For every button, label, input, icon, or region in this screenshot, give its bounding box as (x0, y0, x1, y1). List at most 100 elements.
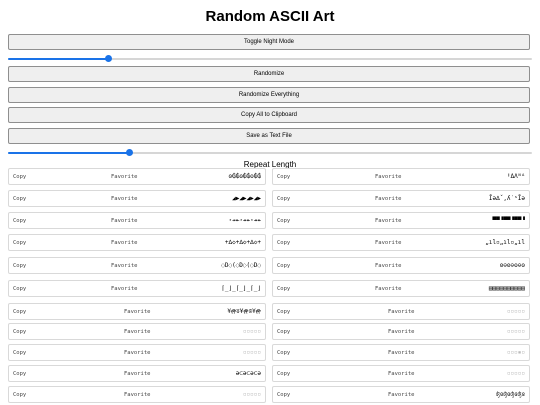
copy-button[interactable]: Copy (13, 350, 26, 356)
ascii-art-text: ʘ₲₲ʘ₲₲ʘ₲₲ (228, 173, 261, 180)
art-item: Copy Favorite ▫▫▫▫▫ (272, 323, 530, 340)
art-item: Copy Favorite ▤▤▤▤▤▤▤▤▤▤ (272, 280, 530, 297)
slider[interactable] (8, 55, 532, 63)
favorite-button[interactable]: Favorite (388, 371, 415, 377)
ascii-art-text: ¥፼ʬ¥፼ʬ¥፼ (227, 308, 261, 315)
art-item: Copy Favorite ▫▫▫▫▫ (8, 323, 266, 340)
art-item: Copy Favorite ʘ₲₲ʘ₲₲ʘ₲₲ (8, 168, 266, 185)
copy-button[interactable]: Copy (277, 218, 290, 224)
favorite-button[interactable]: Favorite (388, 309, 415, 315)
favorite-button[interactable]: Favorite (388, 392, 415, 398)
favorite-button[interactable]: Favorite (111, 196, 138, 202)
art-item: Copy Favorite ▫▫▫▫▫ (8, 386, 266, 403)
ascii-art-text: ▫▫▫▫▫ (506, 308, 525, 315)
copy-button[interactable]: Copy (13, 309, 26, 315)
ascii-art-text: ⌈_⌋_⌈_⌋_⌈_⌋ (221, 285, 261, 292)
ascii-art-text: ꞋΔΛᴺᴬ (506, 173, 525, 180)
favorite-button[interactable]: Favorite (375, 218, 402, 224)
copy-button[interactable]: Copy (277, 286, 290, 292)
copy-button[interactable]: Copy (13, 371, 26, 377)
favorite-button[interactable]: Favorite (111, 263, 138, 269)
art-item: Copy Favorite ▀▀▝▀▀▝▀▀▝ (272, 212, 530, 229)
copy-button[interactable]: Copy (13, 329, 26, 335)
copy-button[interactable]: Copy (277, 174, 290, 180)
favorite-button[interactable]: Favorite (124, 350, 151, 356)
ascii-art-text: ▫▫▫▫▫ (506, 328, 525, 335)
favorite-button[interactable]: Favorite (375, 286, 402, 292)
art-item: Copy Favorite ⋆↠↞⋆↠↞⋆↠↞ (8, 212, 266, 229)
favorite-button[interactable]: Favorite (388, 329, 415, 335)
favorite-button[interactable]: Favorite (124, 392, 151, 398)
favorite-button[interactable]: Favorite (375, 174, 402, 180)
art-item: Copy Favorite ▫▫▫▫▫ (8, 344, 266, 361)
copy-button[interactable]: Copy (277, 350, 290, 356)
favorite-button[interactable]: Favorite (375, 196, 402, 202)
art-item: Copy Favorite ▫▫▫▫▫ (272, 303, 530, 320)
ascii-art-text: ʘ⊖ʘ⊖ʘ⊖ʘ (499, 262, 525, 269)
ascii-art-text: +∆◇+∆◇+∆◇+ (224, 239, 261, 246)
copy-button[interactable]: Copy (277, 263, 290, 269)
ascii-art-text: ▫▫▫▪▫ (506, 349, 525, 356)
copy-button[interactable]: Copy (13, 286, 26, 292)
slider-thumb[interactable] (104, 55, 112, 62)
copy-button[interactable]: Copy (13, 240, 26, 246)
copy-button[interactable]: Copy (13, 392, 26, 398)
ascii-art-text: ▫▫▫▫▫ (242, 391, 261, 398)
ascii-art-text: ʤɞʤɞʤɞʤɞ (496, 391, 525, 398)
copy-button[interactable]: Copy (13, 218, 26, 224)
ascii-art-text: „ıl▫„ıl▫„ıl (485, 239, 525, 246)
favorite-button[interactable]: Favorite (111, 286, 138, 292)
favorite-button[interactable]: Favorite (111, 240, 138, 246)
copy-button[interactable]: Copy (277, 309, 290, 315)
art-item: Copy Favorite ꞋΔΛᴺᴬ (272, 168, 530, 185)
favorite-button[interactable]: Favorite (124, 371, 151, 377)
slider-fill (8, 152, 129, 154)
ascii-art-text: ▫▫▫▫▫ (242, 328, 261, 335)
art-item: Copy Favorite „ıl▫„ıl▫„ıl (272, 234, 530, 251)
favorite-button[interactable]: Favorite (375, 263, 402, 269)
ascii-art-text: ǝ⊂ǝ⊂ǝ⊂ǝ (235, 370, 261, 377)
toggle-night-mode-button[interactable]: Toggle Night Mode (8, 34, 530, 50)
art-item: Copy Favorite ⌈_⌋_⌈_⌋_⌈_⌋ (8, 280, 266, 297)
favorite-button[interactable]: Favorite (375, 240, 402, 246)
save-text-file-button[interactable]: Save as Text File (8, 128, 530, 144)
favorite-button[interactable]: Favorite (124, 329, 151, 335)
art-item: Copy Favorite ◢▶◢▶◢▶◢▶ (8, 190, 266, 207)
art-item: Copy Favorite ▫▫▫▫▫ (272, 365, 530, 382)
art-item: Copy Favorite +∆◇+∆◇+∆◇+ (8, 234, 266, 251)
art-item: Copy Favorite ǝ⊂ǝ⊂ǝ⊂ǝ (8, 365, 266, 382)
page-title: Random ASCII Art (205, 8, 335, 25)
art-item: Copy Favorite ʤɞʤɞʤɞʤɞ (272, 386, 530, 403)
ascii-art-text: ◌D◌(◌D◌(◌D◌ (221, 262, 261, 269)
copy-button[interactable]: Copy (13, 263, 26, 269)
copy-button[interactable]: Copy (277, 240, 290, 246)
ascii-art-text: ▫▫▫▫▫ (506, 370, 525, 377)
copy-button[interactable]: Copy (277, 329, 290, 335)
ascii-art-text: ◢▶◢▶◢▶◢▶ (232, 195, 261, 202)
art-item: Copy Favorite ◌D◌(◌D◌(◌D◌ (8, 257, 266, 274)
ascii-art-text: ▀▀▝▀▀▝▀▀▝ (492, 217, 525, 224)
ascii-art-text: ▤▤▤▤▤▤▤▤▤▤ (488, 285, 525, 292)
randomize-button[interactable]: Randomize (8, 66, 530, 82)
copy-button[interactable]: Copy (13, 174, 26, 180)
ascii-art-text: Ĭə∆ˇ,ʎ˙ˢĬə (488, 195, 525, 202)
art-item: Copy Favorite ʘ⊖ʘ⊖ʘ⊖ʘ (272, 257, 530, 274)
copy-button[interactable]: Copy (277, 392, 290, 398)
slider-fill (8, 58, 108, 60)
randomize-everything-button[interactable]: Randomize Everything (8, 87, 530, 103)
copy-button[interactable]: Copy (277, 196, 290, 202)
favorite-button[interactable]: Favorite (111, 174, 138, 180)
ascii-art-text: ⋆↠↞⋆↠↞⋆↠↞ (228, 217, 261, 224)
art-item: Copy Favorite Ĭə∆ˇ,ʎ˙ˢĬə (272, 190, 530, 207)
art-item: Copy Favorite ¥፼ʬ¥፼ʬ¥፼ (8, 303, 266, 320)
favorite-button[interactable]: Favorite (111, 218, 138, 224)
repeat-length-slider[interactable] (8, 149, 532, 157)
copy-button[interactable]: Copy (13, 196, 26, 202)
slider-thumb[interactable] (125, 149, 133, 156)
favorite-button[interactable]: Favorite (388, 350, 415, 356)
copy-button[interactable]: Copy (277, 371, 290, 377)
art-item: Copy Favorite ▫▫▫▪▫ (272, 344, 530, 361)
copy-all-button[interactable]: Copy All to Clipboard (8, 107, 530, 123)
ascii-art-text: ▫▫▫▫▫ (242, 349, 261, 356)
favorite-button[interactable]: Favorite (124, 309, 151, 315)
